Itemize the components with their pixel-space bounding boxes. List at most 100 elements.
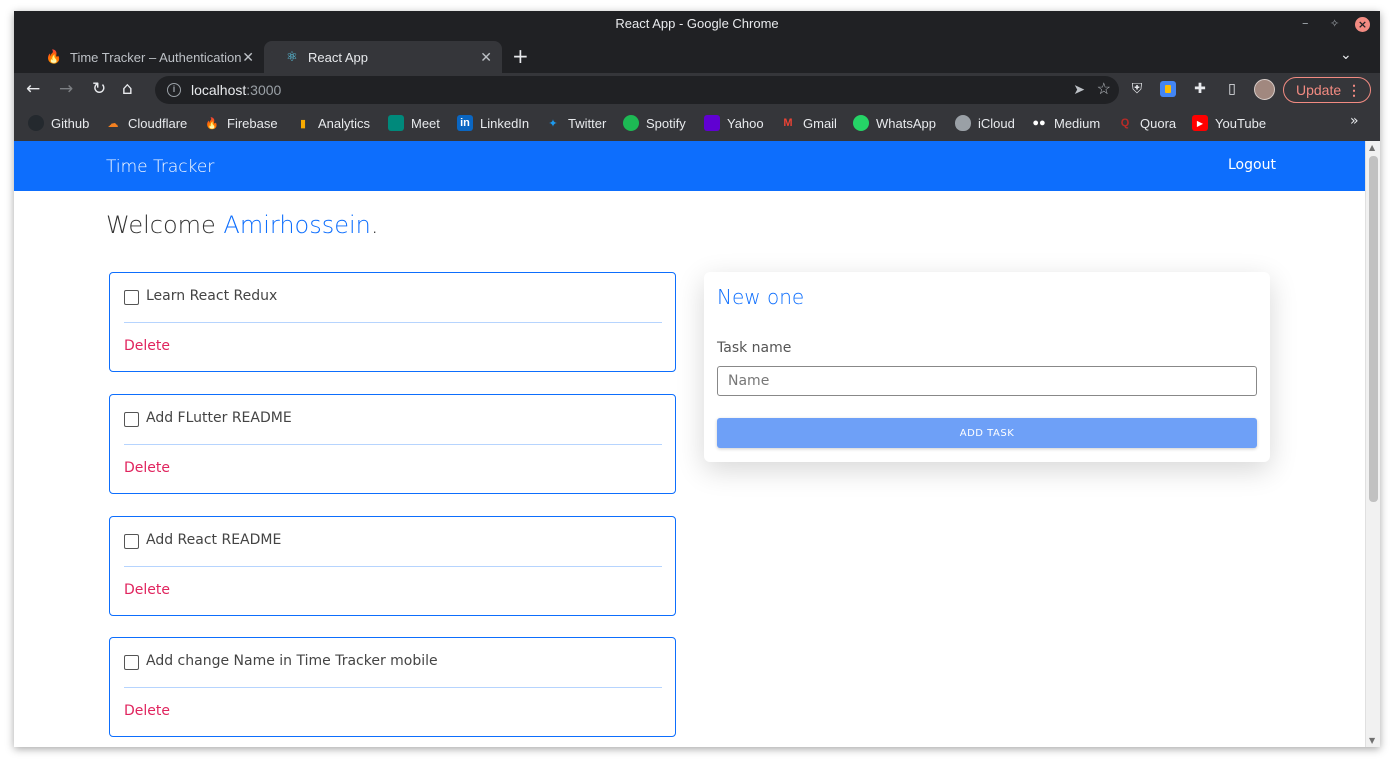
task-checkbox[interactable] — [124, 412, 139, 427]
app-navbar: Time Tracker Logout — [14, 141, 1365, 191]
home-icon[interactable]: ⌂ — [122, 79, 133, 99]
apple-icon — [955, 115, 971, 131]
linkedin-icon: in — [457, 115, 473, 131]
bookmark-twitter[interactable]: ✦ Twitter — [545, 115, 606, 131]
delete-button[interactable]: Delete — [124, 703, 170, 719]
delete-button[interactable]: Delete — [124, 582, 170, 598]
bookmark-analytics[interactable]: ▮ Analytics — [295, 115, 370, 131]
update-label: Update — [1296, 82, 1342, 98]
bookmark-label: Spotify — [646, 115, 686, 131]
chevron-down-icon[interactable]: ⌄ — [1340, 47, 1352, 63]
bookmark-quora[interactable]: Q Quora — [1117, 115, 1176, 131]
tab-title: React App — [308, 49, 368, 65]
bookmark-label: Yahoo — [727, 115, 764, 131]
bookmark-linkedin[interactable]: in LinkedIn — [457, 115, 529, 131]
bookmark-medium[interactable]: ●● Medium — [1031, 115, 1100, 131]
bookmark-cloudflare[interactable]: ☁ Cloudflare — [105, 115, 188, 131]
medium-icon: ●● — [1032, 117, 1046, 129]
logout-link[interactable]: Logout — [1228, 157, 1276, 173]
bookmark-spotify[interactable]: Spotify — [623, 115, 686, 131]
tab-title: Time Tracker – Authentication — [70, 49, 242, 65]
bookmark-github[interactable]: Github — [28, 115, 89, 131]
task-name: Learn React Redux — [146, 288, 278, 304]
delete-button[interactable]: Delete — [124, 338, 170, 354]
title-bar: React App - Google Chrome – ✧ × — [14, 11, 1380, 39]
divider — [124, 687, 662, 688]
task-card: Add change Name in Time Tracker mobile D… — [109, 637, 676, 737]
delete-button[interactable]: Delete — [124, 460, 170, 476]
add-task-button[interactable]: ADD TASK — [717, 418, 1257, 448]
send-icon[interactable]: ➤ — [1073, 81, 1085, 98]
more-menu-icon[interactable]: ⋮ — [1347, 78, 1361, 102]
bookmark-youtube[interactable]: ▶ YouTube — [1192, 115, 1266, 131]
tab-react-app[interactable]: ⚛ React App ✕ — [264, 41, 502, 73]
scroll-down-icon[interactable]: ▼ — [1369, 736, 1375, 745]
reload-icon[interactable]: ↻ — [92, 79, 106, 99]
info-icon[interactable]: i — [167, 83, 181, 97]
close-window-icon[interactable]: × — [1355, 17, 1370, 32]
update-button[interactable]: Update ⋮ — [1283, 77, 1371, 103]
divider — [124, 322, 662, 323]
bookmark-firebase[interactable]: 🔥 Firebase — [204, 115, 277, 131]
extension-icon[interactable] — [1160, 81, 1176, 97]
task-checkbox[interactable] — [124, 655, 139, 670]
bookmark-label: Github — [51, 115, 90, 131]
minimize-icon[interactable]: – — [1302, 16, 1309, 31]
page-scrollbar[interactable]: ▲ ▼ — [1365, 141, 1380, 747]
browser-window: React App - Google Chrome – ✧ × 🔥 Time T… — [14, 11, 1380, 747]
task-card: Add React README Delete — [109, 516, 676, 616]
back-icon[interactable]: ← — [26, 79, 40, 99]
github-icon — [28, 115, 44, 131]
scroll-up-icon[interactable]: ▲ — [1369, 143, 1375, 152]
bookmark-icloud[interactable]: iCloud — [955, 115, 1015, 131]
bookmark-gmail[interactable]: M Gmail — [780, 115, 837, 131]
react-icon: ⚛ — [286, 49, 298, 64]
welcome-suffix: . — [370, 211, 379, 239]
task-checkbox[interactable] — [124, 290, 139, 305]
bookmark-yahoo[interactable]: Yahoo — [704, 115, 764, 131]
new-task-card: New one Task name ADD TASK — [704, 272, 1270, 462]
task-name-label: Task name — [717, 340, 792, 356]
scrollbar-thumb[interactable] — [1369, 156, 1378, 502]
window-title: React App - Google Chrome — [615, 16, 779, 31]
task-name: Add change Name in Time Tracker mobile — [146, 653, 438, 669]
star-icon[interactable]: ☆ — [1097, 79, 1111, 99]
bookmark-label: Analytics — [318, 115, 371, 131]
maximize-icon[interactable]: ✧ — [1330, 17, 1339, 30]
welcome-prefix: Welcome — [106, 211, 224, 239]
task-name: Add FLutter README — [146, 410, 292, 426]
yahoo-icon — [704, 115, 720, 131]
divider — [124, 566, 662, 567]
bookmark-label: YouTube — [1215, 115, 1267, 131]
forward-icon[interactable]: → — [59, 79, 73, 99]
puzzle-icon[interactable]: ✚ — [1192, 81, 1208, 97]
task-card: Learn React Redux Delete — [109, 272, 676, 372]
bookmark-label: Quora — [1140, 115, 1177, 131]
task-checkbox[interactable] — [124, 534, 139, 549]
bookmark-label: iCloud — [978, 115, 1015, 131]
brand-link[interactable]: Time Tracker — [106, 157, 214, 177]
new-tab-icon[interactable]: + — [512, 44, 529, 68]
close-tab-icon[interactable]: ✕ — [480, 49, 492, 66]
quora-icon: Q — [1120, 117, 1130, 129]
tab-strip: 🔥 Time Tracker – Authentication ✕ ⚛ Reac… — [14, 39, 1380, 73]
close-tab-icon[interactable]: ✕ — [242, 49, 254, 66]
username: Amirhossein — [223, 211, 371, 239]
bookmark-whatsapp[interactable]: WhatsApp — [853, 115, 936, 131]
firebase-icon: 🔥 — [45, 49, 63, 64]
chevron-right-icon[interactable]: » — [1350, 113, 1359, 129]
task-name-input[interactable] — [717, 366, 1257, 396]
shield-icon[interactable]: ⛨ — [1129, 81, 1145, 97]
url-host: localhost — [191, 82, 247, 98]
form-title: New one — [717, 285, 805, 309]
side-panel-icon[interactable]: ▯ — [1224, 81, 1240, 97]
bookmark-meet[interactable]: Meet — [388, 115, 440, 131]
url-port: :3000 — [246, 82, 282, 98]
address-bar[interactable]: i localhost:3000 ➤ ☆ — [155, 76, 1119, 104]
bookmark-label: Meet — [411, 115, 440, 131]
avatar[interactable] — [1254, 79, 1275, 100]
tab-authentication[interactable]: 🔥 Time Tracker – Authentication ✕ — [26, 41, 264, 73]
bookmark-label: Cloudflare — [128, 115, 188, 131]
bookmarks-bar: Github ☁ Cloudflare 🔥 Firebase ▮ Analytics … — [14, 107, 1380, 141]
divider — [124, 444, 662, 445]
